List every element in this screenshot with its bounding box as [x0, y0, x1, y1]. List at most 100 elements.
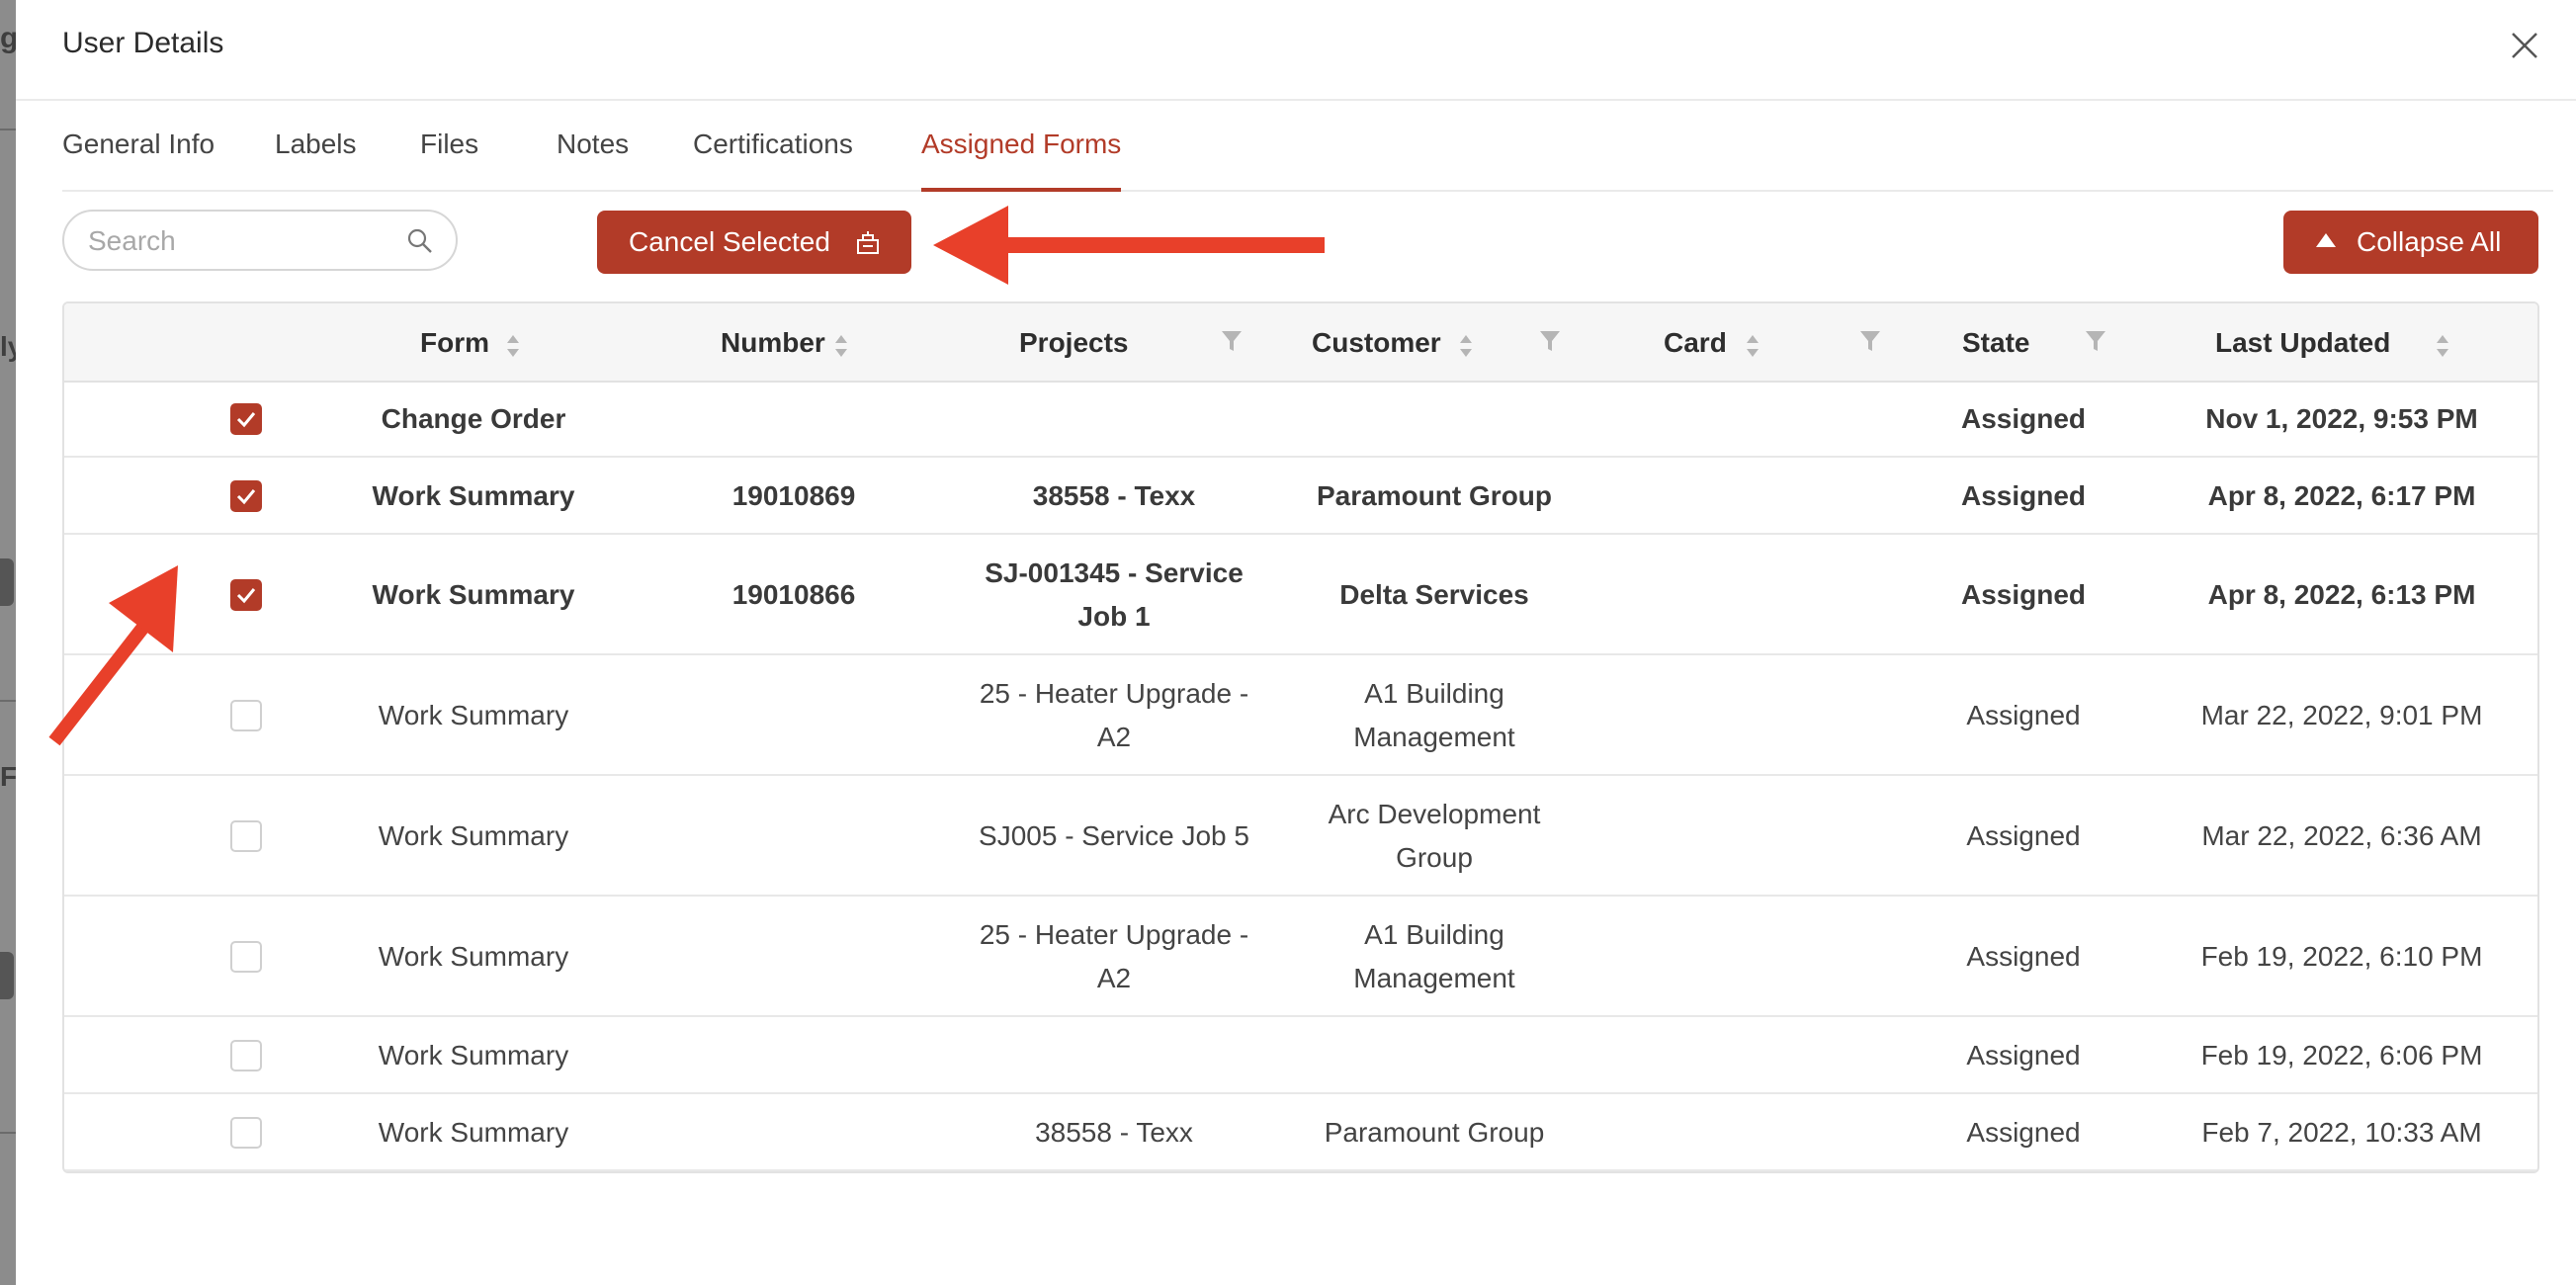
cell-customer: Delta Services	[1339, 579, 1529, 610]
cell-project: SJ-001345 - Service Job 1	[985, 557, 1244, 632]
cell-updated: Nov 1, 2022, 9:53 PM	[2205, 403, 2478, 434]
filter-icon[interactable]	[1539, 329, 1561, 353]
search-box	[62, 210, 458, 271]
tab-labels[interactable]: Labels	[275, 128, 357, 188]
cell-number: 19010869	[731, 480, 856, 511]
row-checkbox[interactable]	[230, 820, 262, 852]
row-checkbox-checked[interactable]	[230, 480, 262, 512]
row-checkbox-checked[interactable]	[230, 579, 262, 611]
cell-state: Assigned	[1966, 1040, 2081, 1071]
table-row[interactable]: Work Summary 19010866 SJ-001345 - Service …	[64, 535, 2537, 655]
cell-state: Assigned	[1966, 820, 2081, 851]
cell-state: Assigned	[1966, 941, 2081, 972]
cell-project: 38558 - Texx	[1035, 1117, 1193, 1148]
cell-form: Work Summary	[378, 1117, 569, 1148]
row-checkbox-checked[interactable]	[230, 403, 262, 435]
cancel-selected-button[interactable]: Cancel Selected	[597, 211, 911, 274]
search-input[interactable]	[86, 221, 406, 261]
search-icon[interactable]	[406, 227, 434, 255]
row-checkbox[interactable]	[230, 941, 262, 973]
column-header-projects[interactable]: Projects	[1019, 327, 1129, 359]
column-header-card[interactable]: Card	[1664, 327, 1727, 359]
tab-assigned-forms[interactable]: Assigned Forms	[921, 128, 1122, 192]
cell-form: Work Summary	[378, 1040, 569, 1071]
cell-state: Assigned	[1960, 579, 2087, 610]
table-row[interactable]: Work Summary 38558 - Texx Paramount Group A…	[64, 1094, 2537, 1171]
table-row[interactable]: Change Order Assigned Nov 1, 2022, 9:53 PM	[64, 381, 2537, 458]
background-divider	[0, 700, 16, 702]
sort-icon[interactable]	[1458, 333, 1474, 359]
sort-icon[interactable]	[1745, 333, 1760, 359]
cell-form: Work Summary	[372, 480, 575, 511]
column-header-form[interactable]: Form	[420, 327, 489, 359]
background-divider	[0, 128, 16, 130]
cell-updated: Feb 19, 2022, 6:10 PM	[2200, 941, 2483, 972]
filter-icon[interactable]	[2085, 329, 2106, 353]
cell-updated: Apr 8, 2022, 6:13 PM	[2207, 579, 2476, 610]
background-badge	[0, 952, 14, 999]
cell-form: Change Order	[381, 403, 566, 434]
collapse-all-button[interactable]: Collapse All	[2283, 211, 2538, 274]
background-page: g ly Fu	[0, 0, 34, 1285]
tab-certifications[interactable]: Certifications	[693, 128, 853, 188]
cell-project: 25 - Heater Upgrade - A2	[979, 919, 1249, 993]
user-details-modal: User Details General Info Labels Files N…	[16, 0, 2576, 1285]
collapse-all-label: Collapse All	[2357, 226, 2502, 257]
table-row[interactable]: Work Summary Assigned Feb 19, 2022, 6:06 P…	[64, 1017, 2537, 1094]
cell-project: SJ005 - Service Job 5	[979, 820, 1249, 851]
sort-icon[interactable]	[2435, 333, 2450, 359]
tab-general-info[interactable]: General Info	[62, 128, 215, 188]
row-checkbox[interactable]	[230, 1040, 262, 1071]
column-header-number[interactable]: Number	[721, 327, 825, 359]
table-row[interactable]: Work Summary 19010869 38558 - Texx Paramoun…	[64, 458, 2537, 535]
cell-updated: Mar 22, 2022, 6:36 AM	[2201, 820, 2482, 851]
tab-bar: General Info Labels Files Notes Certific…	[62, 109, 2553, 192]
cell-state: Assigned	[1966, 700, 2081, 730]
cell-form: Work Summary	[372, 579, 575, 610]
cancel-icon	[857, 231, 879, 254]
column-header-customer[interactable]: Customer	[1312, 327, 1441, 359]
checkmark-icon	[236, 412, 256, 428]
cell-updated: Feb 19, 2022, 6:06 PM	[2200, 1040, 2483, 1071]
row-checkbox[interactable]	[230, 1117, 262, 1149]
cell-form: Work Summary	[378, 941, 569, 972]
cell-customer: A1 Building Management	[1353, 678, 1515, 752]
checkmark-icon	[236, 588, 256, 604]
cell-state: Assigned	[1960, 480, 2087, 511]
cell-form: Work Summary	[378, 820, 569, 851]
assigned-forms-table: Form Number Projects Customer Card State…	[62, 301, 2539, 1173]
column-header-state[interactable]: State	[1962, 327, 2029, 359]
sort-icon[interactable]	[505, 333, 521, 359]
modal-title: User Details	[62, 27, 224, 59]
cell-updated: Apr 8, 2022, 6:17 PM	[2207, 480, 2476, 511]
table-header: Form Number Projects Customer Card State…	[64, 303, 2537, 383]
sort-icon[interactable]	[833, 333, 849, 359]
cancel-selected-label: Cancel Selected	[629, 226, 830, 257]
table-row[interactable]: Work Summary SJ005 - Service Job 5 Arc Dev…	[64, 776, 2537, 897]
table-row[interactable]: Work Summary 25 - Heater Upgrade - A2 A1 B…	[64, 897, 2537, 1017]
tab-files[interactable]: Files	[420, 128, 478, 188]
cell-state: Assigned	[1960, 403, 2087, 434]
checkmark-icon	[236, 489, 256, 505]
modal-header: User Details	[16, 0, 2576, 101]
cell-project: 38558 - Texx	[1032, 480, 1196, 511]
row-checkbox[interactable]	[230, 700, 262, 731]
cell-updated: Feb 7, 2022, 10:33 AM	[2201, 1117, 2482, 1148]
cell-form: Work Summary	[378, 700, 569, 730]
column-header-last-updated[interactable]: Last Updated	[2215, 327, 2390, 359]
table-row[interactable]: Work Summary 25 - Heater Upgrade - A2 A1 B…	[64, 655, 2537, 776]
cell-number: 19010866	[731, 579, 856, 610]
filter-icon[interactable]	[1221, 329, 1243, 353]
cell-updated: Mar 22, 2022, 9:01 PM	[2200, 700, 2483, 730]
cell-project: 25 - Heater Upgrade - A2	[979, 678, 1249, 752]
cell-customer: A1 Building Management	[1353, 919, 1515, 993]
filter-icon[interactable]	[1859, 329, 1881, 353]
cell-customer: Paramount Group	[1324, 1117, 1545, 1148]
cell-customer: Paramount Group	[1316, 480, 1552, 511]
cell-customer: Arc Development Group	[1328, 799, 1541, 873]
cell-state: Assigned	[1966, 1117, 2081, 1148]
background-badge	[0, 558, 14, 606]
background-divider	[0, 1132, 16, 1134]
tab-notes[interactable]: Notes	[557, 128, 629, 188]
close-icon[interactable]	[2507, 28, 2542, 63]
